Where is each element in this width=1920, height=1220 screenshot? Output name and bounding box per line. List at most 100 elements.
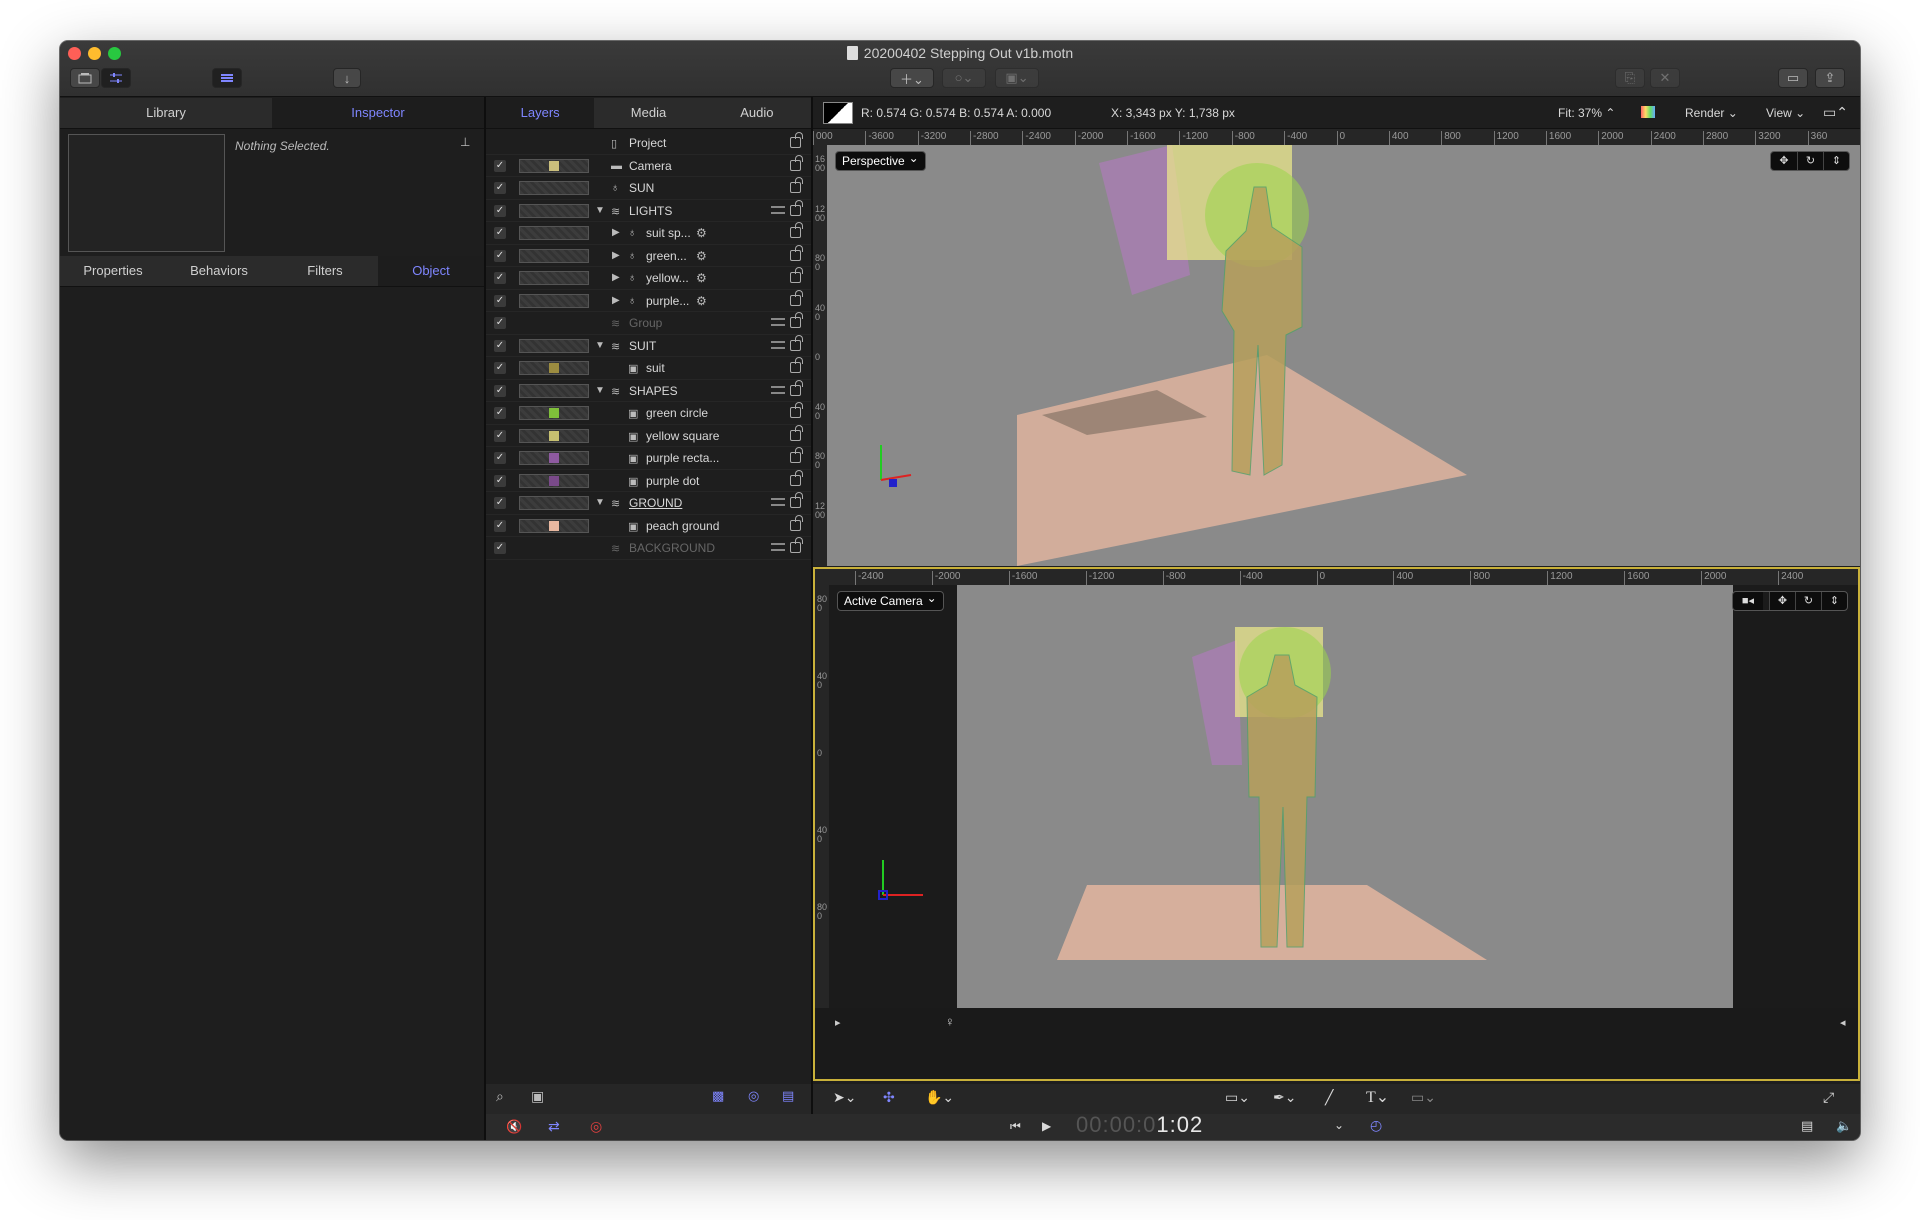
layer-visibility-checkbox[interactable]: ✓ (494, 429, 506, 442)
disclosure-triangle[interactable]: ▼ (595, 340, 605, 351)
mask-icon[interactable]: ▩ (712, 1088, 724, 1104)
group-2d-3d-icon[interactable] (771, 543, 785, 551)
tab-media[interactable]: Media (594, 98, 702, 128)
perspective-menu[interactable]: Perspective (835, 149, 926, 171)
layer-row[interactable]: ▯ Project (486, 132, 811, 155)
disclosure-triangle[interactable]: ▶ (612, 250, 620, 261)
pin-icon[interactable]: ⊥ (460, 135, 470, 149)
layers-toggle-button[interactable] (212, 68, 242, 88)
pen-tool-icon[interactable]: ✒⌄ (1273, 1089, 1296, 1106)
layer-row[interactable]: ✓ ▬ Camera (486, 154, 811, 177)
layer-row[interactable]: ✓ ▶ ♁ suit sp... ⚙ (486, 222, 811, 245)
layer-row[interactable]: ✓ ▣ peach ground (486, 514, 811, 537)
layer-row[interactable]: ✓ ≋ Group (486, 312, 811, 335)
tab-layers[interactable]: Layers (486, 98, 595, 128)
layer-row[interactable]: ✓ ≋ BACKGROUND (486, 537, 811, 560)
search-icon[interactable]: ⌕ (496, 1088, 504, 1105)
layer-row[interactable]: ✓ ▶ ♁ yellow... ⚙ (486, 267, 811, 290)
film-icon[interactable]: ▤ (1801, 1118, 1813, 1134)
layer-visibility-checkbox[interactable]: ✓ (494, 294, 506, 307)
lock-icon[interactable] (790, 199, 803, 216)
behavior-gear-icon[interactable]: ⚙ (696, 294, 707, 308)
lock-icon[interactable] (790, 514, 803, 531)
view-menu[interactable]: View ⌄ (1766, 106, 1805, 120)
disclosure-triangle[interactable]: ▼ (595, 205, 605, 216)
view-layout-icon[interactable]: ▭⌃ (1823, 104, 1848, 121)
channels-icon[interactable] (1641, 106, 1655, 118)
thumbnail-toggle-icon[interactable]: ▣ (531, 1088, 544, 1105)
go-to-start-icon[interactable]: ⏮ (1010, 1119, 1021, 1134)
disclosure-triangle[interactable]: ▼ (595, 497, 605, 508)
layer-row[interactable]: ✓ ▣ suit (486, 357, 811, 380)
mask-tool-icon[interactable]: ▭⌄ (1411, 1089, 1436, 1106)
add-object-button[interactable]: ＋⌄ (890, 68, 934, 88)
3d-transform-icon[interactable]: ✣ (883, 1089, 895, 1106)
lock-icon[interactable] (790, 537, 803, 553)
active-camera-canvas[interactable] (957, 585, 1733, 1008)
lock-icon[interactable] (790, 379, 803, 396)
layer-visibility-checkbox[interactable]: ✓ (494, 519, 506, 532)
paint-stroke-icon[interactable]: ╱ (1325, 1089, 1333, 1106)
clock-icon[interactable]: ◴ (1370, 1117, 1382, 1134)
render-menu[interactable]: Render ⌄ (1685, 106, 1738, 120)
add-behavior-button[interactable]: ○⌄ (942, 68, 986, 88)
disclosure-triangle[interactable]: ▼ (595, 385, 605, 396)
layer-visibility-checkbox[interactable]: ✓ (494, 497, 506, 509)
text-tool-icon[interactable]: T⌄ (1366, 1087, 1389, 1107)
tab-object[interactable]: Object (378, 256, 484, 286)
dolly-icon[interactable]: ⇕ (1821, 592, 1847, 610)
lock-icon[interactable] (790, 492, 803, 508)
lock-icon[interactable] (790, 334, 803, 351)
tab-filters[interactable]: Filters (272, 256, 378, 286)
hud-button[interactable]: ▭ (1778, 68, 1808, 88)
behavior-gear-icon[interactable]: ⚙ (696, 249, 707, 263)
shape-tool-icon[interactable]: ▭⌄ (1225, 1089, 1250, 1106)
layer-visibility-checkbox[interactable]: ✓ (494, 272, 506, 284)
tab-inspector[interactable]: Inspector (272, 98, 484, 128)
lock-icon[interactable] (790, 154, 803, 171)
circle-mask-icon[interactable]: ◎ (748, 1088, 759, 1104)
disclosure-triangle[interactable]: ▶ (612, 227, 620, 238)
loop-icon[interactable]: ⇄ (548, 1118, 560, 1135)
layer-visibility-checkbox[interactable]: ✓ (494, 249, 506, 262)
tab-audio[interactable]: Audio (703, 98, 811, 128)
select-arrow-icon[interactable]: ➤⌄ (833, 1089, 856, 1106)
behavior-gear-icon[interactable]: ⚙ (696, 271, 707, 285)
dolly-icon[interactable]: ⇕ (1823, 152, 1849, 170)
lock-icon[interactable] (790, 357, 803, 373)
lock-icon[interactable] (790, 447, 803, 463)
behavior-gear-icon[interactable]: ⚙ (696, 226, 707, 240)
layer-row[interactable]: ✓ ♁ SUN (486, 177, 811, 200)
layer-visibility-checkbox[interactable]: ✓ (494, 339, 506, 352)
lock-icon[interactable] (790, 424, 803, 441)
mini-timeline[interactable]: ▸ ♀ ◂ (815, 1010, 1858, 1040)
layer-row[interactable]: ✓ ▣ purple recta... (486, 447, 811, 470)
pan-icon[interactable]: ✥ (1771, 152, 1797, 170)
disclosure-triangle[interactable]: ▶ (612, 295, 620, 306)
library-toggle-button[interactable] (70, 68, 100, 88)
layer-row[interactable]: ✓ ▼ ≋ LIGHTS (486, 199, 811, 222)
volume-icon[interactable]: 🔈 (1836, 1118, 1852, 1134)
layer-visibility-checkbox[interactable]: ✓ (494, 452, 506, 464)
group-2d-3d-icon[interactable] (771, 318, 785, 326)
layer-visibility-checkbox[interactable]: ✓ (494, 159, 506, 172)
orbit-icon[interactable]: ↻ (1795, 592, 1821, 610)
mute-icon[interactable]: 🔇 (506, 1119, 522, 1135)
lock-icon[interactable] (790, 177, 803, 193)
lock-icon[interactable] (790, 289, 803, 306)
layer-visibility-checkbox[interactable]: ✓ (494, 204, 506, 217)
layer-visibility-checkbox[interactable]: ✓ (494, 317, 506, 329)
timecode-format-menu[interactable]: ⌄ (1334, 1118, 1344, 1132)
group-2d-3d-icon[interactable] (771, 498, 785, 506)
lock-icon[interactable] (790, 312, 803, 328)
timecode-display[interactable]: 00:00:01:02 (1076, 1112, 1203, 1138)
lock-icon[interactable] (790, 402, 803, 418)
lock-icon[interactable] (790, 244, 803, 261)
active-camera-menu[interactable]: Active Camera (837, 589, 944, 611)
group-2d-3d-icon[interactable] (771, 385, 785, 394)
tab-properties[interactable]: Properties (60, 256, 166, 286)
layer-visibility-checkbox[interactable]: ✓ (494, 362, 506, 374)
layer-row[interactable]: ✓ ▣ green circle (486, 402, 811, 425)
layer-visibility-checkbox[interactable]: ✓ (494, 182, 506, 194)
camera-icon[interactable]: ■◂ (1733, 592, 1763, 610)
